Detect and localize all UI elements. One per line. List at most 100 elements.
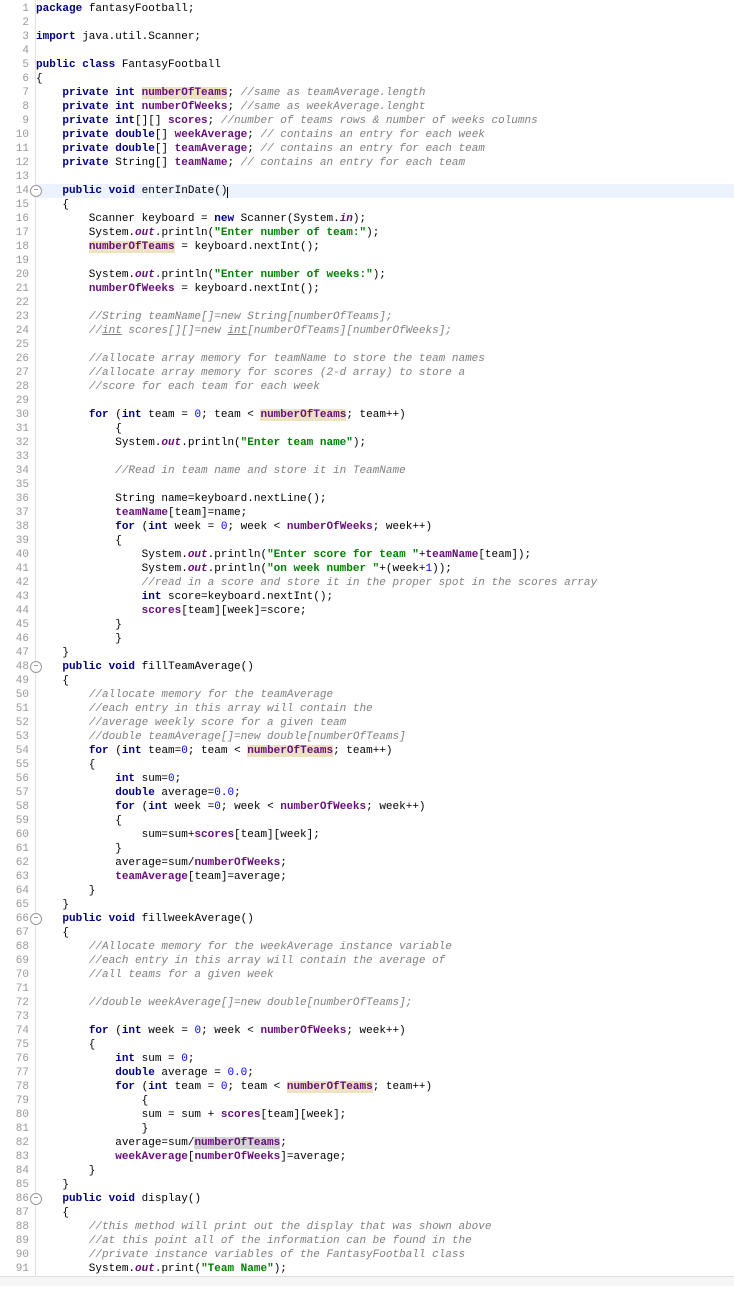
code-line[interactable]: sum = sum + scores[team][week]; bbox=[36, 1108, 734, 1122]
line-number[interactable]: 1 bbox=[0, 2, 35, 16]
code-line[interactable]: { bbox=[36, 674, 734, 688]
code-line[interactable]: { bbox=[36, 814, 734, 828]
line-number[interactable]: 71 bbox=[0, 982, 35, 996]
fold-toggle-icon[interactable]: − bbox=[30, 185, 42, 197]
code-line[interactable]: { bbox=[36, 1094, 734, 1108]
line-number[interactable]: 68 bbox=[0, 940, 35, 954]
line-number[interactable]: 4 bbox=[0, 44, 35, 58]
line-number[interactable]: 35 bbox=[0, 478, 35, 492]
code-line[interactable]: //read in a score and store it in the pr… bbox=[36, 576, 734, 590]
line-number[interactable]: 82 bbox=[0, 1136, 35, 1150]
code-line[interactable]: String name=keyboard.nextLine(); bbox=[36, 492, 734, 506]
code-line[interactable]: } bbox=[36, 618, 734, 632]
code-line[interactable]: weekAverage[numberOfWeeks]=average; bbox=[36, 1150, 734, 1164]
line-number[interactable]: 14− bbox=[0, 184, 35, 198]
line-number[interactable]: 43 bbox=[0, 590, 35, 604]
line-number[interactable]: 77 bbox=[0, 1066, 35, 1080]
line-number[interactable]: 7 bbox=[0, 86, 35, 100]
line-number[interactable]: 73 bbox=[0, 1010, 35, 1024]
line-number[interactable]: 54 bbox=[0, 744, 35, 758]
line-number[interactable]: 90 bbox=[0, 1248, 35, 1262]
code-line[interactable]: public class FantasyFootball bbox=[36, 58, 734, 72]
line-number[interactable]: 20 bbox=[0, 268, 35, 282]
line-number[interactable]: 48− bbox=[0, 660, 35, 674]
line-number[interactable]: 40 bbox=[0, 548, 35, 562]
line-number[interactable]: 47 bbox=[0, 646, 35, 660]
code-line[interactable]: } bbox=[36, 842, 734, 856]
line-number[interactable]: 23 bbox=[0, 310, 35, 324]
line-number[interactable]: 50 bbox=[0, 688, 35, 702]
line-number[interactable]: 74 bbox=[0, 1024, 35, 1038]
code-line[interactable]: //score for each team for each week bbox=[36, 380, 734, 394]
code-line[interactable]: { bbox=[36, 534, 734, 548]
code-line[interactable]: public void display() bbox=[36, 1192, 734, 1206]
line-number[interactable]: 75 bbox=[0, 1038, 35, 1052]
code-line[interactable]: numberOfTeams = keyboard.nextInt(); bbox=[36, 240, 734, 254]
code-line[interactable]: { bbox=[36, 198, 734, 212]
line-number[interactable]: 72 bbox=[0, 996, 35, 1010]
line-number[interactable]: 57 bbox=[0, 786, 35, 800]
line-number[interactable]: 17 bbox=[0, 226, 35, 240]
fold-toggle-icon[interactable]: − bbox=[30, 913, 42, 925]
code-line[interactable]: double average = 0.0; bbox=[36, 1066, 734, 1080]
code-line[interactable]: } bbox=[36, 632, 734, 646]
code-line[interactable]: private String[] teamName; // contains a… bbox=[36, 156, 734, 170]
line-number[interactable]: 70 bbox=[0, 968, 35, 982]
line-number[interactable]: 29 bbox=[0, 394, 35, 408]
code-line[interactable]: teamName[team]=name; bbox=[36, 506, 734, 520]
line-number-gutter[interactable]: 1234567891011121314−15161718192021222324… bbox=[0, 0, 36, 1276]
code-line[interactable] bbox=[36, 16, 734, 30]
code-line[interactable]: numberOfWeeks = keyboard.nextInt(); bbox=[36, 282, 734, 296]
code-line[interactable]: int score=keyboard.nextInt(); bbox=[36, 590, 734, 604]
line-number[interactable]: 8 bbox=[0, 100, 35, 114]
line-number[interactable]: 63 bbox=[0, 870, 35, 884]
line-number[interactable]: 53 bbox=[0, 730, 35, 744]
code-line[interactable]: private int numberOfTeams; //same as tea… bbox=[36, 86, 734, 100]
code-line[interactable]: //each entry in this array will contain … bbox=[36, 954, 734, 968]
line-number[interactable]: 19 bbox=[0, 254, 35, 268]
line-number[interactable]: 79 bbox=[0, 1094, 35, 1108]
code-line[interactable]: for (int week =0; week < numberOfWeeks; … bbox=[36, 800, 734, 814]
line-number[interactable]: 30 bbox=[0, 408, 35, 422]
line-number[interactable]: 56 bbox=[0, 772, 35, 786]
code-line[interactable]: for (int team = 0; team < numberOfTeams;… bbox=[36, 1080, 734, 1094]
line-number[interactable]: 22 bbox=[0, 296, 35, 310]
line-number[interactable]: 15 bbox=[0, 198, 35, 212]
line-number[interactable]: 32 bbox=[0, 436, 35, 450]
code-line[interactable]: { bbox=[36, 72, 734, 86]
line-number[interactable]: 45 bbox=[0, 618, 35, 632]
line-number[interactable]: 9 bbox=[0, 114, 35, 128]
line-number[interactable]: 84 bbox=[0, 1164, 35, 1178]
code-line[interactable]: //String teamName[]=new String[numberOfT… bbox=[36, 310, 734, 324]
code-line[interactable] bbox=[36, 44, 734, 58]
code-line[interactable]: sum=sum+scores[team][week]; bbox=[36, 828, 734, 842]
code-line[interactable] bbox=[36, 478, 734, 492]
code-line[interactable] bbox=[36, 296, 734, 310]
code-line[interactable]: //average weekly score for a given team bbox=[36, 716, 734, 730]
code-line[interactable]: System.out.println("Enter number of week… bbox=[36, 268, 734, 282]
code-line[interactable]: System.out.println("Enter team name"); bbox=[36, 436, 734, 450]
line-number[interactable]: 28 bbox=[0, 380, 35, 394]
line-number[interactable]: 76 bbox=[0, 1052, 35, 1066]
line-number[interactable]: 81 bbox=[0, 1122, 35, 1136]
code-line[interactable]: System.out.println("Enter number of team… bbox=[36, 226, 734, 240]
code-line[interactable]: System.out.println("on week number "+(we… bbox=[36, 562, 734, 576]
line-number[interactable]: 60 bbox=[0, 828, 35, 842]
line-number[interactable]: 89 bbox=[0, 1234, 35, 1248]
code-line[interactable]: } bbox=[36, 1122, 734, 1136]
code-line[interactable] bbox=[36, 450, 734, 464]
line-number[interactable]: 10 bbox=[0, 128, 35, 142]
horizontal-scrollbar[interactable] bbox=[0, 1276, 734, 1286]
code-line[interactable]: Scanner keyboard = new Scanner(System.in… bbox=[36, 212, 734, 226]
code-line[interactable]: } bbox=[36, 646, 734, 660]
line-number[interactable]: 39 bbox=[0, 534, 35, 548]
code-line[interactable]: { bbox=[36, 422, 734, 436]
line-number[interactable]: 69 bbox=[0, 954, 35, 968]
line-number[interactable]: 66− bbox=[0, 912, 35, 926]
line-number[interactable]: 61 bbox=[0, 842, 35, 856]
code-line[interactable]: scores[team][week]=score; bbox=[36, 604, 734, 618]
code-line[interactable]: //private instance variables of the Fant… bbox=[36, 1248, 734, 1262]
line-number[interactable]: 58 bbox=[0, 800, 35, 814]
line-number[interactable]: 21 bbox=[0, 282, 35, 296]
code-line[interactable]: { bbox=[36, 1206, 734, 1220]
